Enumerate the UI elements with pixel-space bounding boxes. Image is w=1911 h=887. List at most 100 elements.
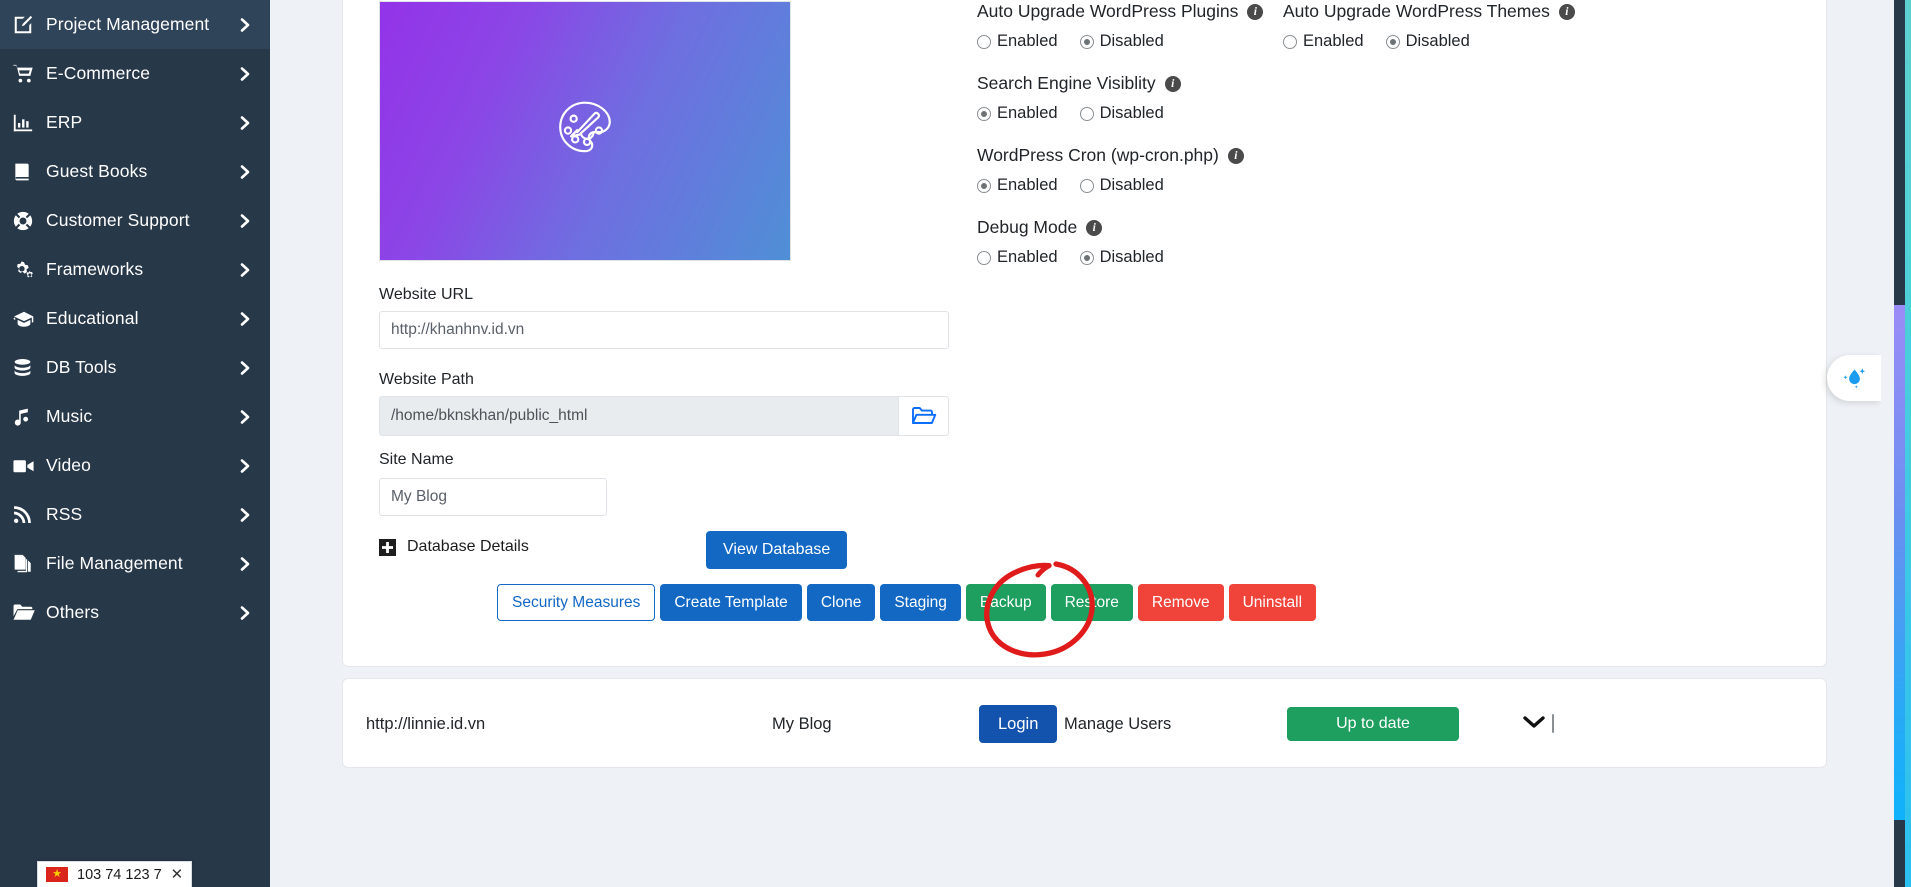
sidebar-item-erp[interactable]: ERP xyxy=(0,98,270,147)
sidebar: Project Management E-Commerce ERP Guest Boo… xyxy=(0,0,270,887)
sidebar-item-label: E-Commerce xyxy=(46,63,151,83)
website-url-input[interactable]: http://khanhnv.id.vn xyxy=(379,311,949,349)
view-database-button[interactable]: View Database xyxy=(706,531,848,569)
setting-title-text: Auto Upgrade WordPress Themes xyxy=(1283,1,1550,21)
water-drop-sparkle-icon[interactable] xyxy=(1827,355,1881,401)
chevron-right-icon[interactable] xyxy=(239,17,252,33)
site-name-cell: My Blog xyxy=(772,714,832,733)
bar-chart-icon xyxy=(12,112,46,134)
open-folder-icon[interactable] xyxy=(898,396,949,436)
radio-option[interactable]: Disabled xyxy=(1079,248,1164,267)
radio-button[interactable] xyxy=(1283,34,1297,49)
chevron-right-icon[interactable] xyxy=(239,311,252,327)
chevron-right-icon[interactable] xyxy=(239,507,252,523)
create-template-button[interactable]: Create Template xyxy=(660,584,802,621)
radio-option[interactable]: Enabled xyxy=(977,32,1058,51)
database-details-toggle[interactable]: Database Details xyxy=(379,538,529,556)
chevron-right-icon[interactable] xyxy=(239,66,252,82)
taskbar-ip-chip[interactable]: ★ 103 74 123 7 ✕ xyxy=(37,861,193,887)
backup-button[interactable]: Backup xyxy=(965,584,1046,621)
radio-option[interactable]: Disabled xyxy=(1079,176,1164,195)
website-path-input[interactable]: /home/bknskhan/public_html xyxy=(379,396,898,436)
chevron-right-icon[interactable] xyxy=(239,213,252,229)
setting-group-debug-mode: Debug Mode i Enabled Disabled xyxy=(977,217,1307,267)
status-badge[interactable]: Up to date xyxy=(1287,707,1459,741)
sidebar-item-label: DB Tools xyxy=(46,357,117,377)
radio-button[interactable] xyxy=(1079,250,1094,265)
site-name-input[interactable]: My Blog xyxy=(379,478,607,516)
sidebar-item-others[interactable]: Others xyxy=(0,588,270,637)
restore-button[interactable]: Restore xyxy=(1050,584,1133,621)
login-button[interactable]: Login xyxy=(979,705,1058,743)
chevron-right-icon[interactable] xyxy=(239,605,252,621)
info-circle-icon[interactable]: i xyxy=(1227,147,1244,164)
radio-button[interactable] xyxy=(977,106,991,121)
login-button-cell: Login xyxy=(979,705,1058,743)
sidebar-item-music[interactable]: Music xyxy=(0,392,270,441)
radio-button[interactable] xyxy=(1079,106,1094,121)
radio-option[interactable]: Disabled xyxy=(1385,32,1470,51)
graduation-cap-icon xyxy=(12,309,46,329)
radio-option[interactable]: Enabled xyxy=(977,176,1058,195)
info-circle-icon[interactable]: i xyxy=(1086,219,1103,236)
chevron-right-icon[interactable] xyxy=(239,262,252,278)
sidebar-item-project-management[interactable]: Project Management xyxy=(0,0,270,49)
setting-title: Auto Upgrade WordPress Themes i xyxy=(1283,1,1613,22)
staging-button[interactable]: Staging xyxy=(880,584,961,621)
sidebar-item-db-tools[interactable]: DB Tools xyxy=(0,343,270,392)
radio-option[interactable]: Enabled xyxy=(1283,32,1364,51)
chevron-right-icon[interactable] xyxy=(239,556,252,572)
site-thumbnail xyxy=(379,1,791,261)
sidebar-item-file-management[interactable]: File Management xyxy=(0,539,270,588)
radio-button[interactable] xyxy=(977,178,991,193)
row-checkbox[interactable] xyxy=(1552,714,1554,733)
sidebar-item-label: RSS xyxy=(46,504,83,524)
radio-option[interactable]: Enabled xyxy=(977,248,1058,267)
sidebar-item-frameworks[interactable]: Frameworks xyxy=(0,245,270,294)
plus-square-icon[interactable] xyxy=(379,538,396,556)
clone-button[interactable]: Clone xyxy=(806,584,876,621)
info-circle-icon[interactable]: i xyxy=(1164,75,1181,92)
radio-option[interactable]: Disabled xyxy=(1079,32,1164,51)
chevron-right-icon[interactable] xyxy=(239,164,252,180)
radio-group: Enabled Disabled xyxy=(1283,32,1613,51)
radio-button[interactable] xyxy=(1385,34,1400,49)
radio-button[interactable] xyxy=(977,34,991,49)
sidebar-item-guest-books[interactable]: Guest Books xyxy=(0,147,270,196)
radio-label: Enabled xyxy=(997,32,1058,50)
site-action-bar: Security Measures Create Template Clone Sta… xyxy=(497,584,1317,621)
chevron-right-icon[interactable] xyxy=(239,360,252,376)
site-url-cell[interactable]: http://linnie.id.vn xyxy=(366,715,485,734)
setting-group-search-engine-visiblity: Search Engine Visiblity i Enabled Disabled xyxy=(977,73,1307,123)
sidebar-item-educational[interactable]: Educational xyxy=(0,294,270,343)
radio-button[interactable] xyxy=(977,250,991,265)
sidebar-item-label: Project Management xyxy=(46,14,210,34)
remove-button[interactable]: Remove xyxy=(1137,584,1224,621)
security-measures-button[interactable]: Security Measures xyxy=(497,584,656,621)
sidebar-item-label: Educational xyxy=(46,308,139,328)
uninstall-button[interactable]: Uninstall xyxy=(1228,584,1317,621)
sidebar-item-customer-support[interactable]: Customer Support xyxy=(0,196,270,245)
radio-label: Enabled xyxy=(997,176,1058,194)
site-name-label: Site Name xyxy=(379,451,454,468)
close-icon[interactable]: ✕ xyxy=(171,867,184,882)
radio-option[interactable]: Disabled xyxy=(1079,104,1164,123)
site-row-card[interactable]: http://linnie.id.vn My Blog Login Manage… xyxy=(342,678,1827,768)
info-circle-icon[interactable]: i xyxy=(1247,3,1264,20)
manage-users-link[interactable]: Manage Users xyxy=(1064,715,1171,734)
info-circle-icon[interactable]: i xyxy=(1558,3,1575,20)
sidebar-item-rss[interactable]: RSS xyxy=(0,490,270,539)
file-copy-icon xyxy=(12,553,46,575)
sidebar-item-label: Video xyxy=(46,455,91,475)
sidebar-item-e-commerce[interactable]: E-Commerce xyxy=(0,49,270,98)
radio-button[interactable] xyxy=(1079,34,1094,49)
radio-option[interactable]: Enabled xyxy=(977,104,1058,123)
chevron-right-icon[interactable] xyxy=(239,409,252,425)
chevron-down-icon[interactable] xyxy=(1522,714,1546,735)
chevron-right-icon[interactable] xyxy=(239,458,252,474)
chevron-right-icon[interactable] xyxy=(239,115,252,131)
sidebar-item-video[interactable]: Video xyxy=(0,441,270,490)
radio-label: Enabled xyxy=(997,248,1058,266)
radio-button[interactable] xyxy=(1079,178,1094,193)
screen-edge-accent xyxy=(1905,0,1911,887)
